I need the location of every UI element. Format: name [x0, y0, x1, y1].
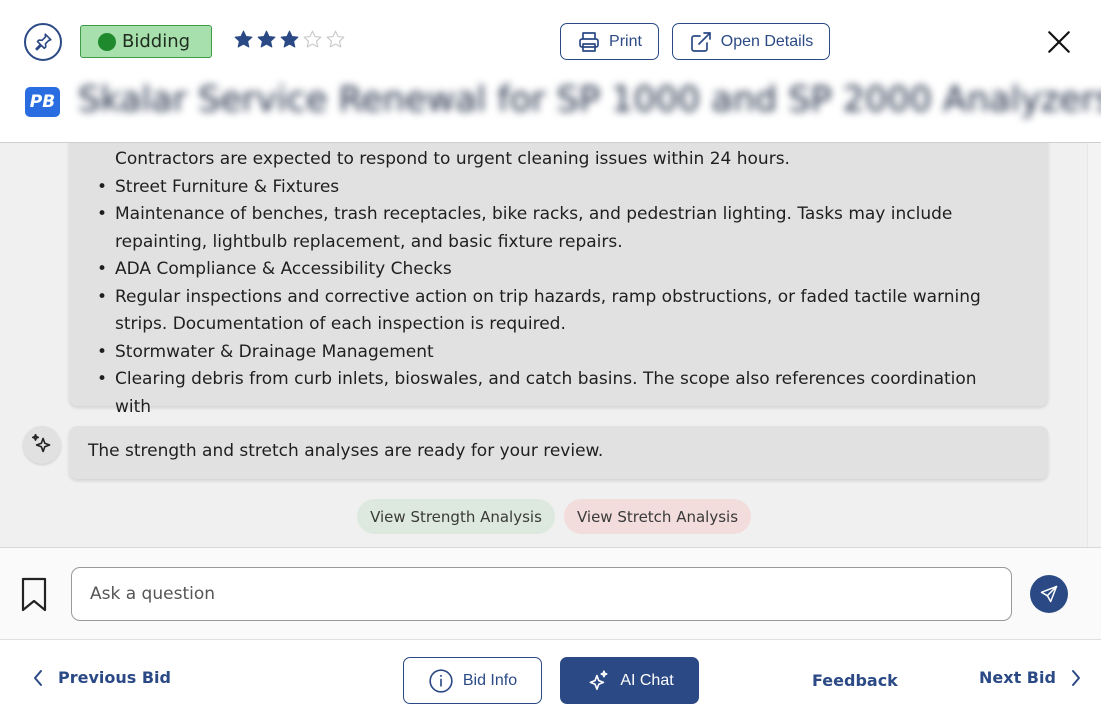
bookmark-button[interactable] [20, 577, 48, 613]
ai-message-bubble: Contractors are expected to respond to u… [69, 143, 1048, 417]
star-empty-icon[interactable] [325, 29, 346, 50]
star-filled-icon[interactable] [279, 29, 300, 50]
star-filled-icon[interactable] [233, 29, 254, 50]
info-icon [429, 668, 453, 693]
message-line: Street Furniture & Fixtures [97, 174, 1017, 202]
previous-bid-link[interactable]: Previous Bid [32, 668, 171, 687]
message-line: Maintenance of benches, trash receptacle… [97, 201, 1017, 256]
chevron-left-icon [34, 669, 42, 686]
next-bid-label: Next Bid [979, 668, 1056, 687]
scrollbar[interactable] [1087, 143, 1101, 547]
view-strength-analysis-button[interactable]: View Strength Analysis [357, 499, 555, 534]
sparkle-icon [31, 433, 51, 453]
view-stretch-analysis-button[interactable]: View Stretch Analysis [564, 499, 751, 534]
ai-chat-button[interactable]: AI Chat [560, 657, 699, 704]
message-line: Clearing debris from curb inlets, bioswa… [97, 366, 1017, 421]
open-details-label: Open Details [720, 32, 814, 50]
message-line: Regular inspections and corrective actio… [97, 284, 1017, 339]
question-input[interactable] [71, 567, 1012, 621]
message-line: Contractors are expected to respond to u… [115, 149, 790, 169]
chat-input-row [0, 547, 1101, 640]
chat-panel[interactable]: Contractors are expected to respond to u… [0, 143, 1101, 547]
ai-avatar [23, 426, 61, 464]
next-bid-link[interactable]: Next Bid [979, 668, 1082, 687]
print-button[interactable]: Print [560, 23, 659, 60]
print-label: Print [609, 32, 642, 50]
close-button[interactable] [1040, 23, 1078, 61]
status-dot-icon [98, 32, 116, 51]
status-label: Bidding [122, 31, 191, 52]
external-link-icon [690, 31, 711, 52]
star-filled-icon[interactable] [256, 29, 277, 50]
footer-nav: Previous Bid Bid Info AI Chat Feedback N… [0, 641, 1101, 719]
message-line: Stormwater & Drainage Management [97, 339, 1017, 367]
bid-info-label: Bid Info [462, 671, 518, 689]
message-line: ADA Compliance & Accessibility Checks [97, 256, 1017, 284]
open-details-button[interactable]: Open Details [672, 23, 830, 60]
header: Bidding Print Open Details PB Skalar Ser… [0, 0, 1101, 143]
chevron-right-icon [1071, 669, 1080, 686]
close-icon [1048, 31, 1070, 53]
status-badge: Bidding [80, 25, 212, 58]
ai-chat-label: AI Chat [620, 671, 674, 689]
ai-message-bubble: The strength and stretch analyses are re… [69, 426, 1048, 479]
send-button[interactable] [1030, 575, 1068, 613]
send-icon [1040, 585, 1058, 603]
ai-message-text: The strength and stretch analyses are re… [88, 441, 604, 461]
logo: PB [25, 87, 60, 117]
page-title: Skalar Service Renewal for SP 1000 and S… [78, 80, 1101, 120]
bid-info-button[interactable]: Bid Info [403, 657, 542, 704]
sparkle-icon [589, 669, 608, 690]
feedback-link[interactable]: Feedback [812, 671, 898, 690]
message-list: Contractors are expected to respond to u… [97, 146, 1017, 421]
printer-icon [579, 31, 599, 52]
previous-bid-label: Previous Bid [58, 668, 171, 687]
pin-button[interactable] [24, 23, 62, 61]
bookmark-icon [21, 577, 47, 612]
pin-icon [35, 33, 52, 51]
star-empty-icon[interactable] [302, 29, 323, 50]
star-rating[interactable] [233, 29, 346, 50]
